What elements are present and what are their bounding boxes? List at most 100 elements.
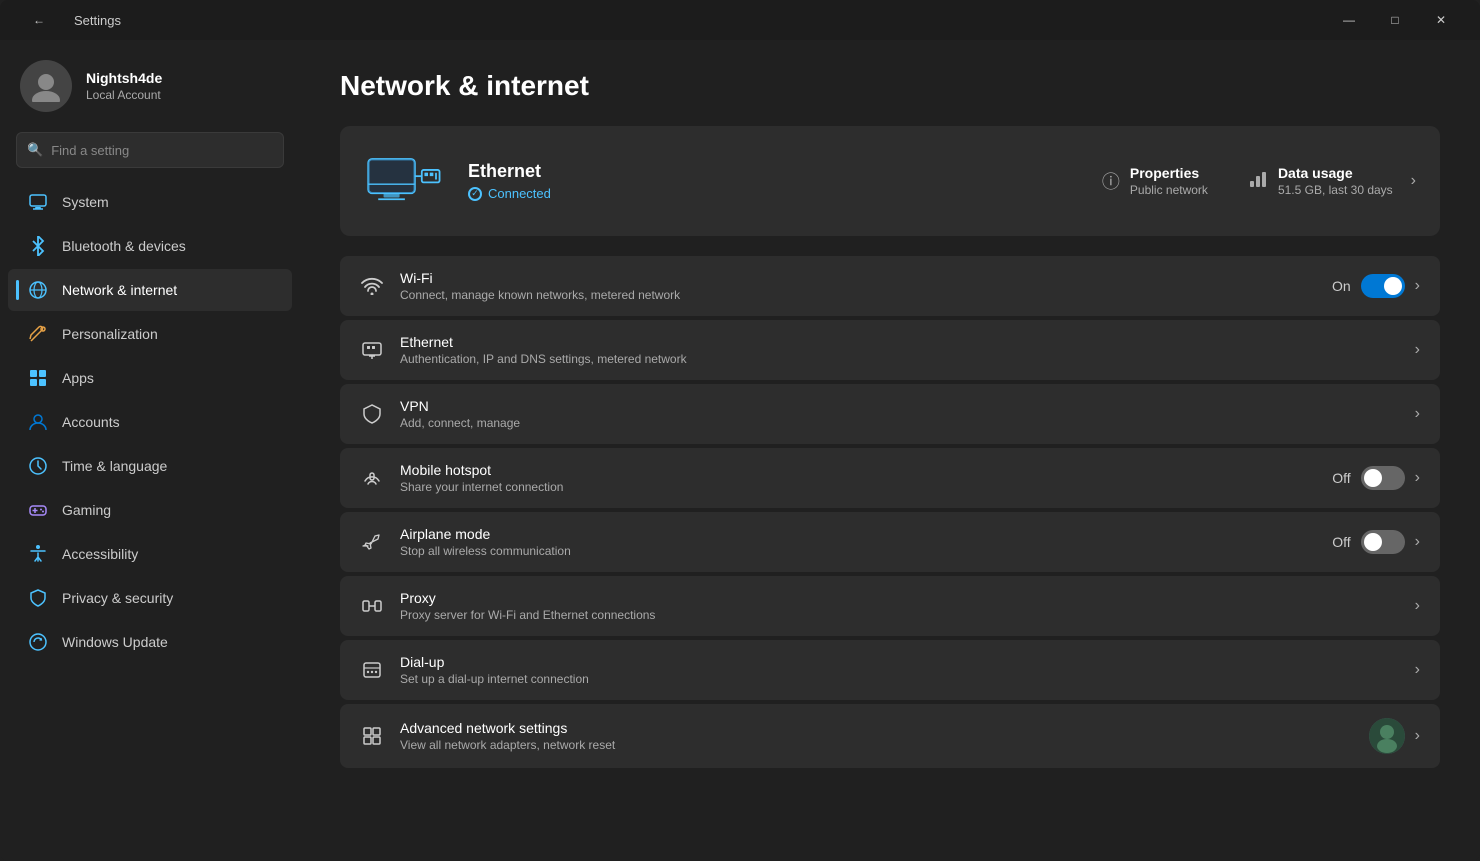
wifi-chevron: › <box>1415 277 1420 295</box>
search-input[interactable] <box>51 143 273 158</box>
ethernet-info: Ethernet ✓ Connected <box>468 161 1078 201</box>
user-name: Nightsh4de <box>86 70 162 86</box>
proxy-icon <box>360 594 384 618</box>
setting-hotspot[interactable]: Mobile hotspot Share your internet conne… <box>340 448 1440 508</box>
privacy-icon <box>28 588 48 608</box>
vpn-right: › <box>1415 405 1420 423</box>
accessibility-icon <box>28 544 48 564</box>
hotspot-icon <box>360 466 384 490</box>
system-icon <box>28 192 48 212</box>
ethernet-list-text: Ethernet Authentication, IP and DNS sett… <box>400 334 1399 366</box>
sidebar-label-accessibility: Accessibility <box>62 546 138 562</box>
titlebar-left: ← Settings <box>16 4 121 36</box>
user-section[interactable]: Nightsh4de Local Account <box>0 40 300 128</box>
dialup-icon <box>360 658 384 682</box>
accounts-icon <box>28 412 48 432</box>
sidebar-item-network[interactable]: Network & internet <box>8 269 292 311</box>
personalization-icon <box>28 324 48 344</box>
sidebar-label-update: Windows Update <box>62 634 168 650</box>
ethernet-status: ✓ Connected <box>468 186 1078 201</box>
update-icon <box>28 632 48 652</box>
ethernet-icon-area <box>364 146 444 216</box>
properties-sub: Public network <box>1130 183 1208 197</box>
status-dot: ✓ <box>468 187 482 201</box>
main-content: Nightsh4de Local Account 🔍 System <box>0 40 1480 861</box>
hotspot-text: Mobile hotspot Share your internet conne… <box>400 462 1316 494</box>
wifi-toggle[interactable] <box>1361 274 1405 298</box>
wifi-toggle-knob <box>1384 277 1402 295</box>
sidebar-label-privacy: Privacy & security <box>62 590 173 606</box>
bluetooth-icon <box>28 236 48 256</box>
sidebar-label-accounts: Accounts <box>62 414 120 430</box>
advanced-icon <box>360 724 384 748</box>
data-usage-text: Data usage 51.5 GB, last 30 days <box>1278 165 1393 197</box>
hotspot-toggle[interactable] <box>1361 466 1405 490</box>
maximize-button[interactable]: □ <box>1372 4 1418 36</box>
setting-dialup[interactable]: Dial-up Set up a dial-up internet connec… <box>340 640 1440 700</box>
gaming-icon <box>28 500 48 520</box>
sidebar-label-personalization: Personalization <box>62 326 158 342</box>
sidebar-label-network: Network & internet <box>62 282 177 298</box>
sidebar-label-gaming: Gaming <box>62 502 111 518</box>
airplane-toggle[interactable] <box>1361 530 1405 554</box>
advanced-right: › <box>1369 718 1420 754</box>
setting-ethernet[interactable]: Ethernet Authentication, IP and DNS sett… <box>340 320 1440 380</box>
airplane-text: Airplane mode Stop all wireless communic… <box>400 526 1316 558</box>
sidebar-item-time[interactable]: Time & language <box>8 445 292 487</box>
user-info: Nightsh4de Local Account <box>86 70 162 102</box>
wifi-toggle-label: On <box>1332 278 1351 294</box>
avatar <box>20 60 72 112</box>
sidebar-item-gaming[interactable]: Gaming <box>8 489 292 531</box>
ethernet-card[interactable]: Ethernet ✓ Connected ⓘ Properties Public… <box>340 126 1440 236</box>
titlebar-controls: — □ ✕ <box>1326 4 1464 36</box>
proxy-chevron: › <box>1415 597 1420 615</box>
wifi-right: On › <box>1332 274 1420 298</box>
vpn-chevron: › <box>1415 405 1420 423</box>
vpn-text: VPN Add, connect, manage <box>400 398 1399 430</box>
sidebar-item-apps[interactable]: Apps <box>8 357 292 399</box>
settings-list: Wi-Fi Connect, manage known networks, me… <box>340 256 1440 768</box>
search-box[interactable]: 🔍 <box>16 132 284 168</box>
properties-item[interactable]: ⓘ Properties Public network <box>1102 165 1208 197</box>
vpn-title: VPN <box>400 398 1399 414</box>
setting-advanced[interactable]: Advanced network settings View all netwo… <box>340 704 1440 768</box>
vpn-icon <box>360 402 384 426</box>
search-icon: 🔍 <box>27 142 43 158</box>
setting-proxy[interactable]: Proxy Proxy server for Wi-Fi and Etherne… <box>340 576 1440 636</box>
data-usage-label: Data usage <box>1278 165 1393 181</box>
back-button[interactable]: ← <box>16 4 62 36</box>
hotspot-chevron: › <box>1415 469 1420 487</box>
sidebar-item-update[interactable]: Windows Update <box>8 621 292 663</box>
setting-vpn[interactable]: VPN Add, connect, manage › <box>340 384 1440 444</box>
data-usage-chevron: › <box>1411 172 1416 190</box>
sidebar-item-privacy[interactable]: Privacy & security <box>8 577 292 619</box>
dialup-desc: Set up a dial-up internet connection <box>400 672 1399 686</box>
data-usage-icon <box>1248 169 1268 194</box>
dialup-chevron: › <box>1415 661 1420 679</box>
ethernet-list-icon <box>360 338 384 362</box>
properties-text: Properties Public network <box>1130 165 1208 197</box>
setting-wifi[interactable]: Wi-Fi Connect, manage known networks, me… <box>340 256 1440 316</box>
data-usage-item[interactable]: Data usage 51.5 GB, last 30 days › <box>1248 165 1416 197</box>
vpn-desc: Add, connect, manage <box>400 416 1399 430</box>
dialup-text: Dial-up Set up a dial-up internet connec… <box>400 654 1399 686</box>
wifi-text: Wi-Fi Connect, manage known networks, me… <box>400 270 1316 302</box>
ethernet-title: Ethernet <box>468 161 1078 182</box>
airplane-toggle-knob <box>1364 533 1382 551</box>
titlebar: ← Settings — □ ✕ <box>0 0 1480 40</box>
sidebar-item-bluetooth[interactable]: Bluetooth & devices <box>8 225 292 267</box>
sidebar-label-apps: Apps <box>62 370 94 386</box>
sidebar-item-system[interactable]: System <box>8 181 292 223</box>
dialup-title: Dial-up <box>400 654 1399 670</box>
proxy-title: Proxy <box>400 590 1399 606</box>
hotspot-toggle-knob <box>1364 469 1382 487</box>
sidebar-item-personalization[interactable]: Personalization <box>8 313 292 355</box>
sidebar-item-accessibility[interactable]: Accessibility <box>8 533 292 575</box>
setting-airplane[interactable]: Airplane mode Stop all wireless communic… <box>340 512 1440 572</box>
page-title: Network & internet <box>340 70 1440 102</box>
minimize-button[interactable]: — <box>1326 4 1372 36</box>
proxy-desc: Proxy server for Wi-Fi and Ethernet conn… <box>400 608 1399 622</box>
close-button[interactable]: ✕ <box>1418 4 1464 36</box>
sidebar-item-accounts[interactable]: Accounts <box>8 401 292 443</box>
ethernet-list-right: › <box>1415 341 1420 359</box>
